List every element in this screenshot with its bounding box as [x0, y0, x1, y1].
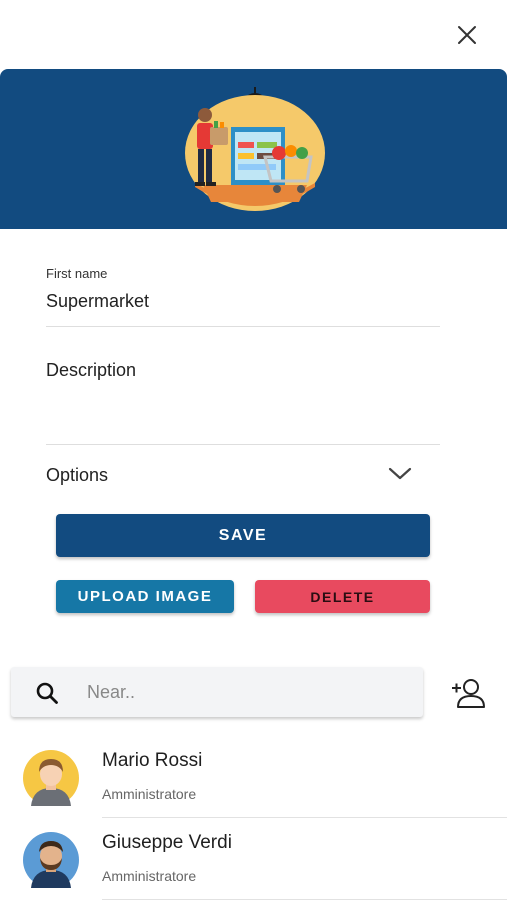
member-name: Mario Rossi	[102, 750, 203, 771]
description-divider	[46, 444, 440, 445]
supermarket-illustration	[185, 87, 325, 211]
first-name-label: First name	[46, 266, 108, 281]
options-select[interactable]: Options	[46, 465, 108, 486]
add-user-icon	[452, 679, 485, 708]
delete-button[interactable]: DELETE	[255, 580, 430, 613]
close-button[interactable]	[452, 20, 482, 50]
top-bar	[0, 0, 507, 68]
member-role: Amministratore	[102, 786, 197, 802]
search-icon	[36, 682, 58, 704]
first-name-field[interactable]: Supermarket	[46, 291, 149, 312]
search-bar	[11, 667, 423, 717]
member-list-item[interactable]: Mario Rossi Amministratore	[0, 736, 507, 818]
avatar	[23, 750, 79, 806]
upload-image-button[interactable]: UPLOAD IMAGE	[56, 580, 234, 613]
first-name-divider	[46, 326, 440, 327]
chevron-down-icon	[388, 467, 412, 480]
description-field[interactable]: Description	[46, 360, 136, 381]
member-name: Giuseppe Verdi	[102, 832, 232, 853]
options-toggle[interactable]	[386, 462, 414, 486]
add-member-button[interactable]	[450, 677, 486, 709]
save-button[interactable]: SAVE	[56, 514, 430, 557]
member-list-item[interactable]: Giuseppe Verdi Amministratore	[0, 818, 507, 900]
search-input[interactable]	[87, 677, 407, 707]
member-role: Amministratore	[102, 868, 197, 884]
header-banner	[0, 69, 507, 229]
close-icon	[458, 26, 476, 44]
avatar	[23, 832, 79, 888]
